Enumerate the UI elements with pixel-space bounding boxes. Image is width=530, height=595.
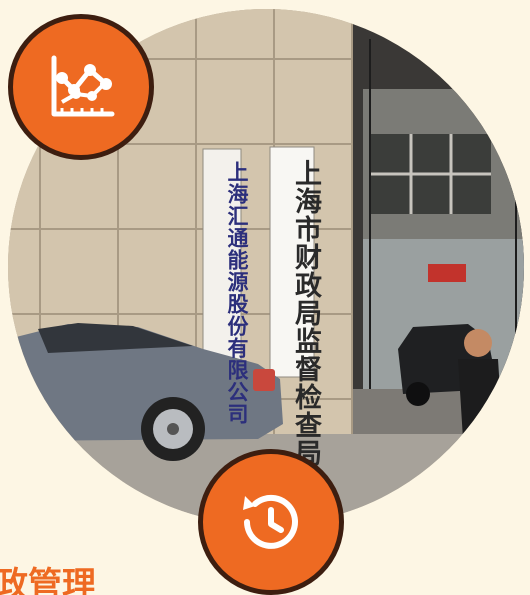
history-badge[interactable]: [198, 449, 344, 595]
page-canvas: 上海汇通能源股份有限公司 上海市财政局监督检查局 政管理: [0, 0, 530, 595]
bureau-sign-text: 上海市财政局监督检查局: [290, 159, 321, 467]
footer-title: 政管理: [0, 565, 96, 595]
red-sign: [428, 264, 466, 282]
chart-badge[interactable]: [8, 14, 154, 160]
history-icon: [243, 494, 298, 549]
line-chart-icon: [51, 55, 115, 117]
company-sign-text: 上海汇通能源股份有限公司: [225, 161, 250, 425]
